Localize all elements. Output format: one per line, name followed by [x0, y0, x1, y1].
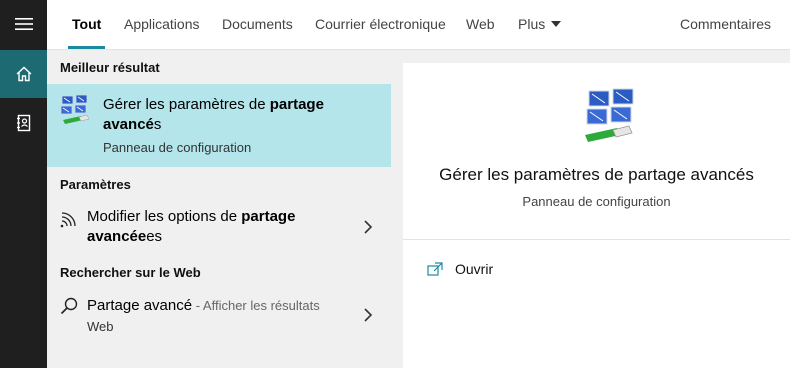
open-action-label: Ouvrir — [455, 261, 494, 277]
settings-title-start: Modifier les options de — [87, 208, 242, 225]
best-match-header: Meilleur résultat — [60, 60, 160, 75]
tab-more[interactable]: Plus — [518, 0, 562, 50]
best-match-title-bold-1: partage — [269, 96, 324, 113]
web-result-item[interactable]: Partage avancé - Afficher les résultats … — [47, 288, 391, 340]
hamburger-menu-button[interactable] — [0, 0, 47, 48]
chevron-right-icon[interactable] — [363, 308, 373, 322]
chevron-right-icon[interactable] — [363, 220, 373, 234]
search-filter-tabs: Tout Applications Documents Courrier éle… — [47, 0, 790, 50]
best-match-subtitle: Panneau de configuration — [103, 140, 252, 155]
left-rail — [0, 0, 47, 368]
web-result-subtitle: Web — [87, 319, 114, 334]
preview-title: Gérer les paramètres de partage avancés — [439, 165, 754, 184]
preview-pane: Gérer les paramètres de partage avancés … — [403, 63, 790, 368]
preview-subtitle: Panneau de configuration — [522, 194, 671, 209]
chevron-down-icon — [551, 21, 562, 27]
home-button[interactable] — [0, 50, 47, 98]
settings-header: Paramètres — [60, 177, 131, 192]
best-match-title: Gérer les paramètres de partage avancés — [103, 95, 373, 135]
web-search-header: Rechercher sur le Web — [60, 265, 201, 280]
hamburger-icon — [14, 18, 33, 30]
open-action[interactable]: Ouvrir — [427, 259, 493, 279]
search-icon — [60, 297, 78, 315]
web-result-title: Partage avancé - Afficher les résultats — [87, 296, 357, 316]
network-sharing-icon — [585, 88, 634, 142]
tab-email[interactable]: Courrier électronique — [315, 0, 446, 50]
home-icon — [16, 66, 31, 82]
notebook-button[interactable] — [0, 99, 47, 147]
settings-title-bold-1: partage — [241, 208, 296, 225]
web-result-query: Partage avancé — [87, 297, 193, 314]
wifi-signal-icon — [60, 212, 76, 228]
preview-divider — [403, 239, 790, 240]
tab-web[interactable]: Web — [466, 0, 495, 50]
web-result-hint: - Afficher les résultats — [192, 298, 320, 313]
tab-all[interactable]: Tout — [67, 0, 106, 50]
notebook-icon — [16, 114, 30, 132]
best-match-title-start: Gérer les paramètres de — [103, 96, 270, 113]
open-external-icon — [427, 262, 443, 276]
feedback-link[interactable]: Commentaires — [680, 0, 771, 50]
settings-title-end: es — [146, 228, 163, 245]
tab-documents[interactable]: Documents — [222, 0, 293, 50]
settings-title-bold-2: avancée — [87, 228, 147, 245]
best-match-title-end: s — [153, 116, 162, 133]
tab-applications[interactable]: Applications — [124, 0, 200, 50]
network-sharing-icon — [60, 94, 90, 124]
best-match-item[interactable]: Gérer les paramètres de partage avancés … — [47, 84, 391, 167]
results-list: Meilleur résultat Gérer les paramètres d… — [47, 50, 391, 368]
settings-result-title: Modifier les options de partage avancéee… — [87, 207, 357, 247]
settings-result-item[interactable]: Modifier les options de partage avancéee… — [47, 200, 391, 252]
tab-more-label: Plus — [518, 16, 546, 32]
best-match-title-bold-2: avancé — [103, 116, 154, 133]
